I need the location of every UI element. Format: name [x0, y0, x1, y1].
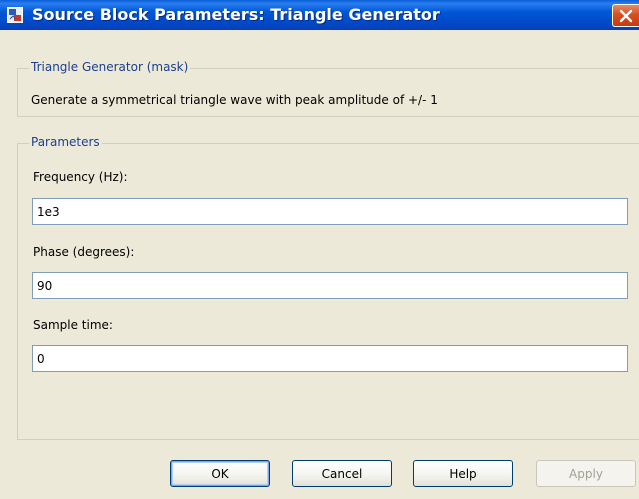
frequency-input[interactable] [32, 198, 628, 225]
phase-label: Phase (degrees): [33, 245, 135, 259]
close-button[interactable] [612, 4, 639, 27]
mask-description: Generate a symmetrical triangle wave wit… [31, 93, 438, 107]
ok-button[interactable]: OK [170, 460, 270, 487]
sample-time-input[interactable] [32, 345, 628, 372]
phase-input[interactable] [32, 272, 628, 299]
help-button[interactable]: Help [413, 460, 513, 487]
close-icon [619, 9, 633, 23]
sample-time-label: Sample time: [33, 318, 113, 332]
simulink-block-icon [7, 7, 23, 23]
window-title: Source Block Parameters: Triangle Genera… [32, 5, 440, 24]
frequency-label: Frequency (Hz): [33, 170, 128, 184]
cancel-button[interactable]: Cancel [292, 460, 392, 487]
title-bar[interactable]: Source Block Parameters: Triangle Genera… [0, 0, 639, 30]
mask-group-legend: Triangle Generator (mask) [29, 60, 191, 74]
apply-button[interactable]: Apply [536, 460, 636, 487]
parameters-group-legend: Parameters [29, 135, 102, 149]
